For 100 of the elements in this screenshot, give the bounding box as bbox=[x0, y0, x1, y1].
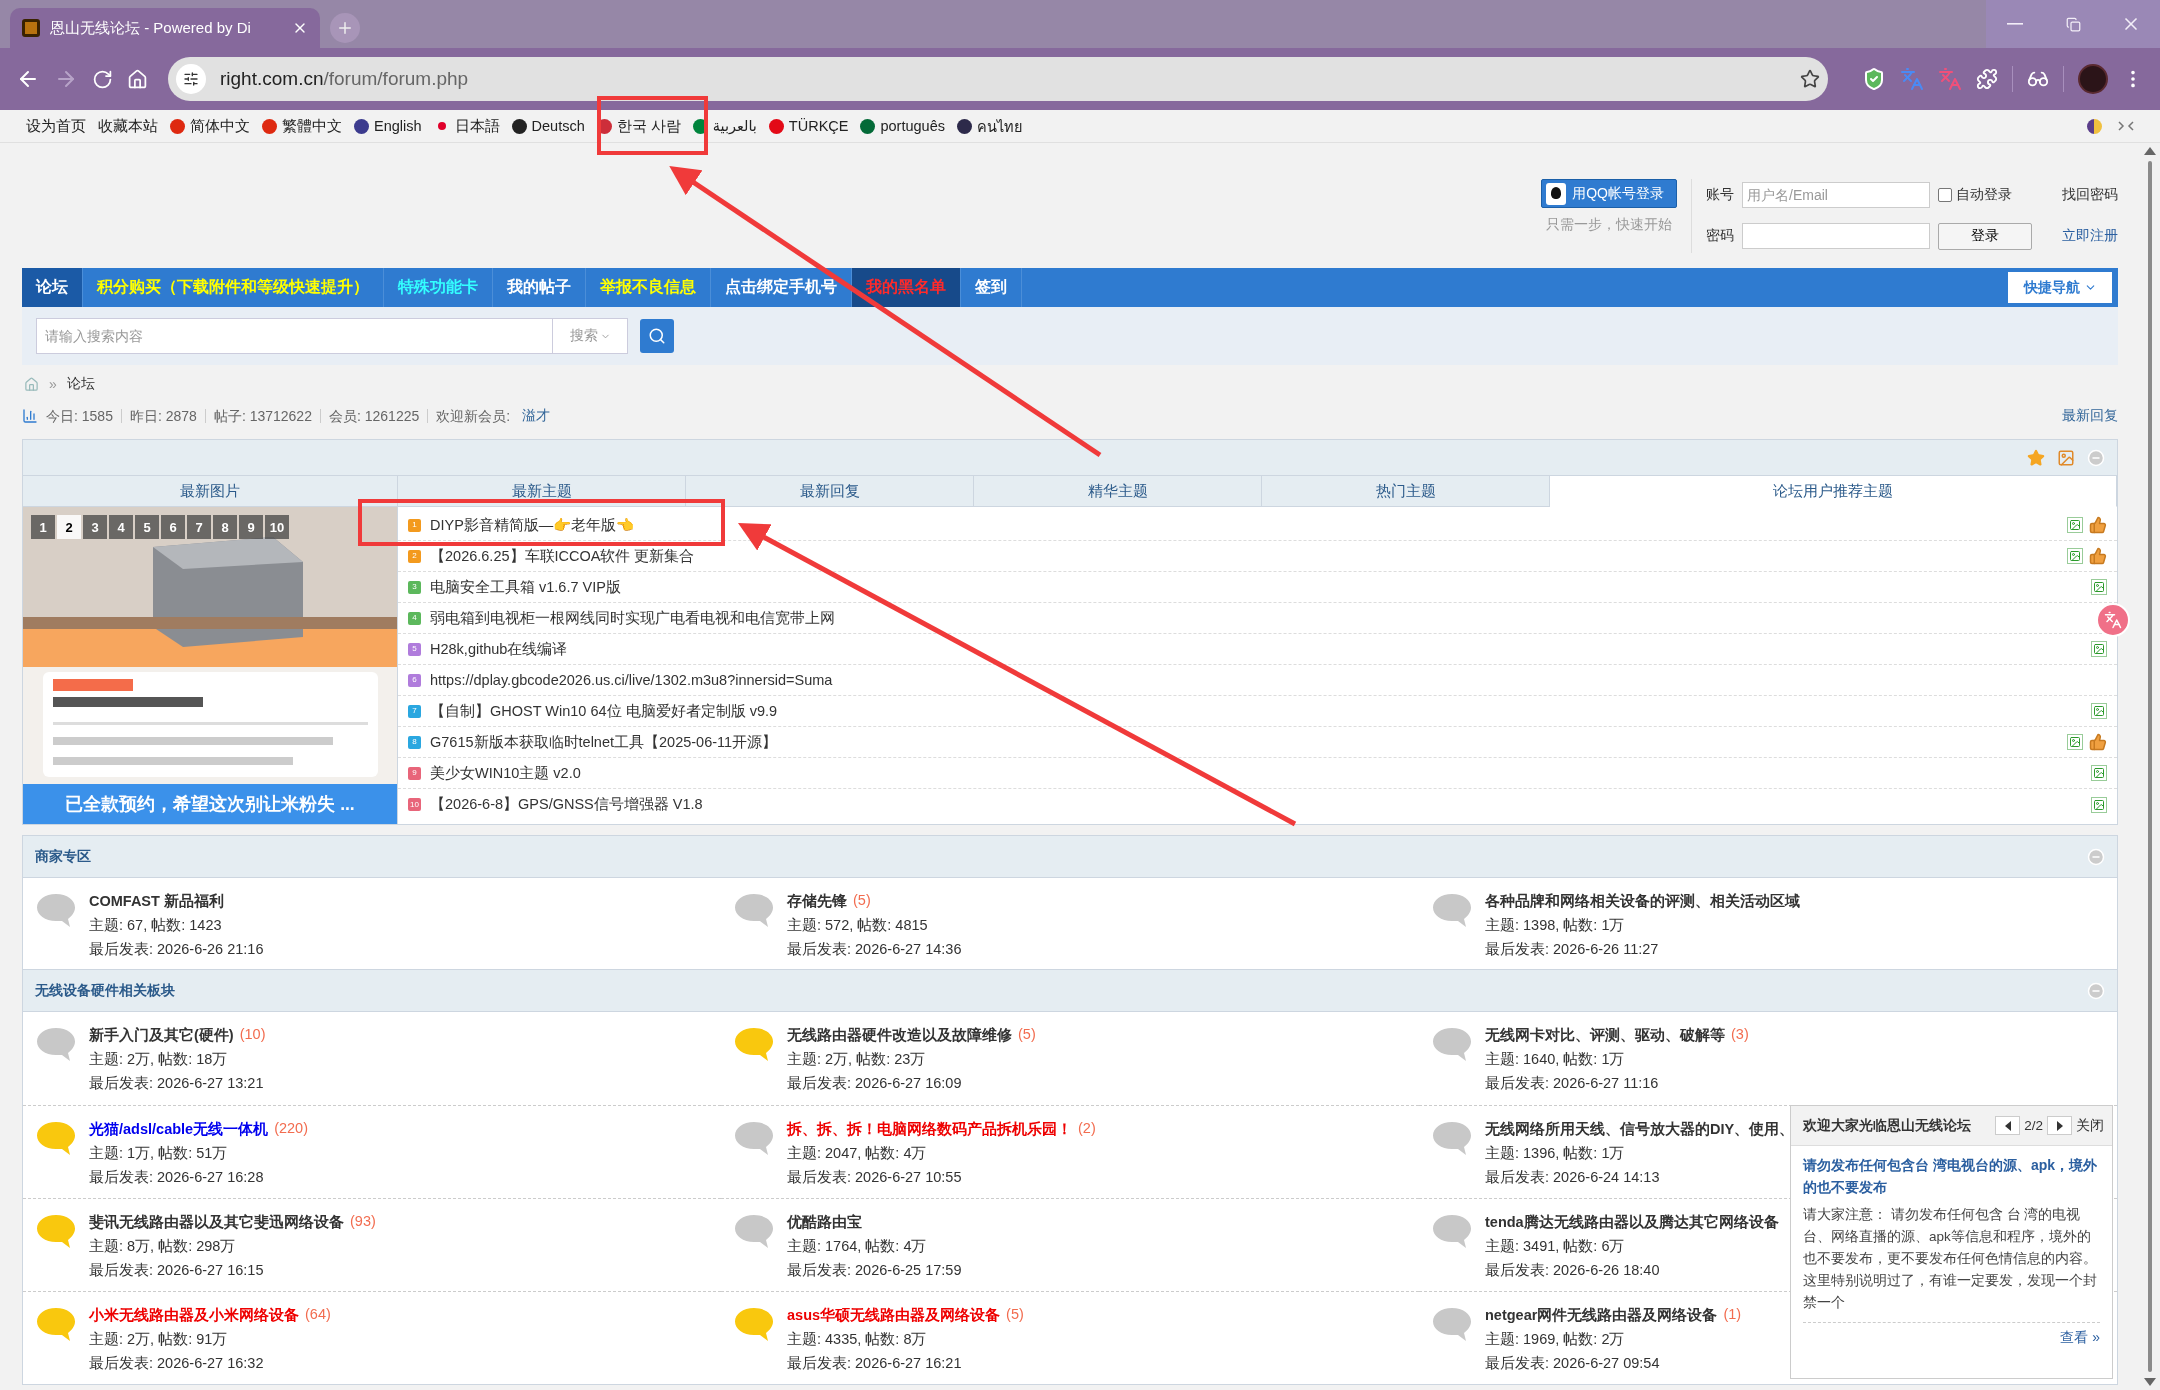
forum-link[interactable]: 斐讯无线路由器以及其它斐迅网络设备 bbox=[89, 1213, 344, 1232]
bookmark-link[interactable]: คนไทย bbox=[957, 114, 1022, 138]
bookmark-link[interactable]: English bbox=[354, 118, 422, 134]
panel-tab[interactable]: 最新图片 bbox=[23, 476, 398, 507]
bookmark-link[interactable]: 简体中文 bbox=[170, 116, 250, 136]
profile-avatar[interactable] bbox=[2078, 64, 2108, 94]
view-more-link[interactable]: 查看 » bbox=[2060, 1329, 2100, 1347]
today-count: (3) bbox=[1731, 1026, 1749, 1044]
star-icon[interactable] bbox=[2027, 448, 2045, 467]
bookmark-link[interactable]: português bbox=[860, 118, 945, 134]
bookmark-link[interactable]: 日本語 bbox=[433, 116, 500, 136]
notice-headline-link[interactable]: 请勿发布任何包含台 湾电视台的源、apk，境外的也不要发布 bbox=[1803, 1154, 2100, 1198]
thread-link[interactable]: G7615新版本获取临时telnet工具【2025-06-11开源】 bbox=[430, 732, 778, 752]
panel-tab[interactable]: 热门主题 bbox=[1262, 476, 1550, 507]
thread-link[interactable]: 【自制】GHOST Win10 64位 电脑爱好者定制版 v9.9 bbox=[430, 701, 778, 721]
forum-link[interactable]: tenda腾达无线路由器以及腾达其它网络设备 bbox=[1485, 1213, 1779, 1232]
bookmark-link[interactable]: 收藏本站 bbox=[98, 116, 158, 136]
auto-login-checkbox[interactable]: 自动登录 bbox=[1938, 186, 2032, 205]
password-field[interactable] bbox=[1742, 223, 1930, 250]
forum-stats: 主题: 67, 帖数: 1423 bbox=[89, 916, 223, 935]
last-post-time: 最后发表: 2026-6-27 16:21 bbox=[787, 1354, 963, 1373]
forum-link[interactable]: 存储先锋 bbox=[787, 892, 847, 911]
theme-toggle-icon[interactable] bbox=[2087, 118, 2102, 134]
bookmark-star-icon[interactable] bbox=[1800, 69, 1820, 89]
reload-icon[interactable] bbox=[92, 68, 113, 90]
translate-float-button[interactable] bbox=[2096, 603, 2130, 637]
forum-link[interactable]: 无线网卡对比、评测、驱动、破解等 bbox=[1485, 1026, 1725, 1045]
thread-link[interactable]: https://dplay.gbcode2026.us.ci/live/1302.m3u8?innersid=Suma bbox=[430, 672, 833, 688]
thread-link[interactable]: 电脑安全工具箱 v1.6.7 VIP版 bbox=[430, 577, 621, 597]
close-link[interactable]: 关闭 bbox=[2076, 1116, 2104, 1135]
latest-replies-link[interactable]: 最新回复 bbox=[2062, 407, 2118, 425]
thread-link[interactable]: 弱电箱到电视柜一根网线同时实现广电看电视和电信宽带上网 bbox=[430, 608, 835, 628]
penguin-icon bbox=[1546, 182, 1567, 205]
last-post-time: 最后发表: 2026-6-27 16:09 bbox=[787, 1074, 963, 1093]
login-button[interactable]: 登录 bbox=[1938, 222, 2032, 250]
forum-link[interactable]: 无线路由器硬件改造以及故障维修 bbox=[787, 1026, 1012, 1045]
slide-page-button[interactable]: 7 bbox=[187, 515, 211, 539]
slide-page-button[interactable]: 6 bbox=[161, 515, 185, 539]
home-icon[interactable] bbox=[127, 68, 148, 90]
bookmark-link[interactable]: 繁體中文 bbox=[262, 116, 342, 136]
forum-link[interactable]: asus华硕无线路由器及网络设备 bbox=[787, 1306, 1001, 1325]
thread-link[interactable]: H28k,github在线编译 bbox=[430, 639, 568, 659]
bookmark-link[interactable]: 设为首页 bbox=[26, 116, 86, 136]
forum-link[interactable]: 小米无线路由器及小米网络设备 bbox=[89, 1306, 299, 1325]
new-tab-button[interactable] bbox=[330, 13, 360, 43]
next-button[interactable] bbox=[2047, 1116, 2072, 1135]
panel-tab[interactable]: 最新回复 bbox=[686, 476, 974, 507]
previous-button[interactable] bbox=[1995, 1116, 2021, 1135]
panel-tab[interactable]: 精华主题 bbox=[974, 476, 1262, 507]
new-member-link[interactable]: 溢才 bbox=[522, 407, 551, 425]
slide-page-button[interactable]: 4 bbox=[109, 515, 133, 539]
forum-link[interactable]: 光猫/adsl/cable无线一体机 bbox=[89, 1120, 269, 1139]
search-button[interactable] bbox=[640, 319, 674, 353]
today-count: (5) bbox=[853, 892, 871, 910]
thread-link[interactable]: 【2026.6.25】车联ICCOA软件 更新集合 bbox=[430, 546, 695, 566]
account-field[interactable]: 用户名/Email bbox=[1742, 182, 1930, 209]
thread-link[interactable]: DIYP影音精简版—👉老年版👈 bbox=[430, 515, 635, 535]
quick-nav-button[interactable]: 快捷导航 bbox=[2008, 272, 2112, 303]
slide-page-button[interactable]: 5 bbox=[135, 515, 159, 539]
forum-stats: 主题: 1396, 帖数: 1万 bbox=[1485, 1144, 1626, 1163]
thread-link[interactable]: 【2026-6-8】GPS/GNSS信号增强器 V1.8 bbox=[430, 795, 703, 814]
forum-link[interactable]: 优酷路由宝 bbox=[787, 1213, 862, 1232]
forum-link[interactable]: 拆、拆、拆！电脑网络数码产品拆机乐园！ bbox=[787, 1120, 1072, 1139]
forum-link[interactable]: 新手入门及其它(硬件) bbox=[89, 1026, 234, 1045]
slide-page-button[interactable]: 3 bbox=[83, 515, 107, 539]
slide-page-button[interactable]: 10 bbox=[265, 515, 289, 539]
browser-tab[interactable]: 恩山无线论坛 - Powered by Di bbox=[10, 8, 320, 48]
shield-icon[interactable] bbox=[1862, 67, 1886, 91]
puzzle-icon[interactable] bbox=[1976, 68, 1998, 90]
register-link[interactable]: 立即注册 bbox=[2062, 227, 2118, 246]
last-post-time: 最后发表: 2026-6-27 16:15 bbox=[89, 1261, 265, 1280]
qq-login-button[interactable]: 用QQ帐号登录 bbox=[1541, 179, 1677, 208]
breadcrumb-item[interactable]: 论坛 bbox=[66, 375, 95, 393]
bookmark-link[interactable]: Deutsch bbox=[511, 118, 585, 134]
popup-title: 欢迎大家光临恩山无线论坛 bbox=[1803, 1116, 1971, 1135]
site-settings-button[interactable] bbox=[176, 64, 206, 94]
slide-page-button[interactable]: 9 bbox=[239, 515, 263, 539]
forum-link[interactable]: 无线网络所用天线、信号放大器的DIY、使用、 bbox=[1485, 1120, 1795, 1139]
forum-stats: 主题: 2047, 帖数: 4万 bbox=[787, 1144, 928, 1163]
forum-link[interactable]: COMFAST 新品福利 bbox=[89, 892, 224, 911]
forum-link[interactable]: 各种品牌和网络相关设备的评测、相关活动区域 bbox=[1485, 892, 1800, 911]
forum-stats: 主题: 8万, 帖数: 298万 bbox=[89, 1237, 237, 1256]
today-count: (5) bbox=[1018, 1026, 1036, 1044]
nav-item[interactable]: 论坛 bbox=[22, 268, 83, 307]
search-field[interactable]: 请输入搜索内容 bbox=[36, 318, 552, 354]
forgot-password-link[interactable]: 找回密码 bbox=[2062, 186, 2118, 205]
rank-badge: 4 bbox=[408, 611, 421, 625]
image-icon[interactable] bbox=[2057, 448, 2075, 467]
bookmark-link[interactable]: TÜRKÇE bbox=[768, 118, 849, 134]
bookmark-link[interactable]: 한국 사람 bbox=[596, 116, 681, 136]
slide-page-button[interactable]: 8 bbox=[213, 515, 237, 539]
slide-page-button[interactable]: 1 bbox=[31, 515, 55, 539]
thread-link[interactable]: 美少女WIN10主题 v2.0 bbox=[430, 763, 581, 783]
slide-page-button[interactable]: 2 bbox=[57, 515, 81, 539]
collapse-icon[interactable] bbox=[2118, 121, 2134, 131]
section-title[interactable]: 商家专区 bbox=[35, 847, 91, 866]
bookmark-link[interactable]: بالعربية bbox=[692, 118, 757, 134]
forum-link[interactable]: netgear网件无线路由器及网络设备 bbox=[1485, 1306, 1718, 1325]
rank-badge: 7 bbox=[408, 704, 421, 718]
section-title[interactable]: 无线设备硬件相关板块 bbox=[35, 981, 175, 1000]
